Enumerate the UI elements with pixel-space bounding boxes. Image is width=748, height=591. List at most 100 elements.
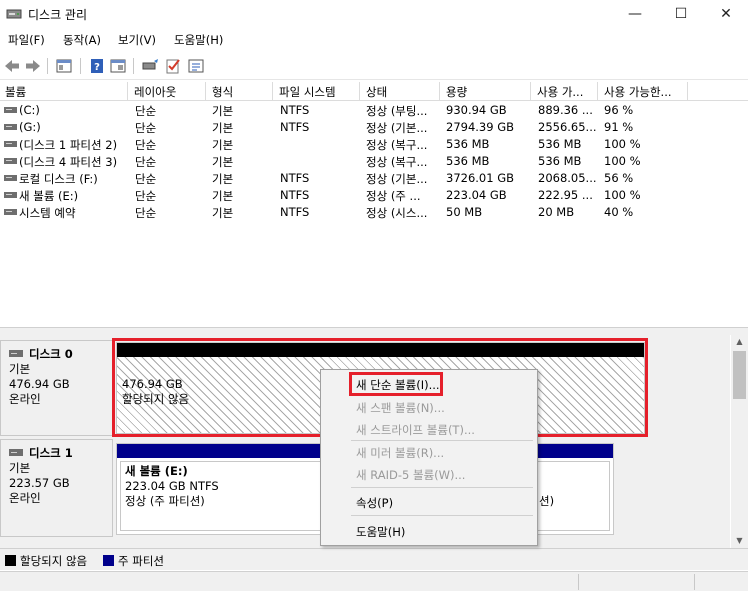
cell-status: 정상 (시스... (366, 206, 428, 220)
column-header-volume[interactable]: 볼륨 (0, 82, 128, 101)
drive-icon (4, 209, 17, 215)
forward-icon[interactable] (24, 57, 42, 75)
cell-filesystem: NTFS (280, 205, 310, 219)
table-row[interactable]: 로컬 디스크 (F:) 단순 기본 NTFS 정상 (기본... 3726.01… (0, 170, 748, 187)
cell-filesystem: NTFS (280, 103, 310, 117)
help-icon[interactable]: ? (88, 57, 106, 75)
menu-new-spanned-volume[interactable]: 새 스팬 볼륨(N)... (356, 400, 445, 416)
drive-icon (4, 141, 17, 147)
cell-layout: 단순 (135, 138, 157, 152)
pane-splitter[interactable] (0, 327, 748, 335)
cell-volume: (G:) (19, 120, 41, 134)
disk-status: 온라인 (9, 392, 41, 406)
drive-icon (4, 107, 17, 113)
cell-capacity: 536 MB (446, 137, 490, 151)
toolbar-separator (80, 58, 81, 74)
app-icon (6, 9, 22, 19)
cell-volume: (디스크 1 파티션 2) (19, 138, 118, 152)
cell-volume: (C:) (19, 103, 40, 117)
column-header-status[interactable]: 상태 (361, 82, 440, 101)
cell-type: 기본 (212, 138, 234, 152)
disk-0-label[interactable]: 디스크 0 기본 476.94 GB 온라인 (0, 340, 113, 436)
cell-layout: 단순 (135, 155, 157, 169)
cell-filesystem: NTFS (280, 188, 310, 202)
table-row[interactable]: (디스크 1 파티션 2) 단순 기본 정상 (복구... 536 MB 536… (0, 136, 748, 153)
minimize-button[interactable]: — (612, 0, 658, 28)
drive-icon (9, 449, 23, 456)
cell-capacity: 2794.39 GB (446, 120, 515, 134)
scroll-down-icon[interactable]: ▼ (731, 534, 748, 548)
cell-status: 정상 (복구... (366, 138, 428, 152)
toolbar-separator (47, 58, 48, 74)
settings-icon[interactable] (187, 57, 205, 75)
menu-bar: 파일(F) 동작(A) 보기(V) 도움말(H) (0, 28, 748, 50)
table-row[interactable]: 새 볼륨 (E:) 단순 기본 NTFS 정상 (주 ... 223.04 GB… (0, 187, 748, 204)
menu-new-striped-volume[interactable]: 새 스트라이프 볼륨(T)... (356, 422, 475, 438)
cell-free: 536 MB (538, 154, 582, 168)
rescan-icon[interactable] (141, 57, 159, 75)
disk-size: 476.94 GB (9, 377, 70, 391)
cell-layout: 단순 (135, 189, 157, 203)
drive-icon (4, 175, 17, 181)
menu-new-mirrored-volume[interactable]: 새 미러 볼륨(R)... (356, 445, 444, 461)
column-header-free-percent[interactable]: 사용 가능한... (599, 82, 688, 101)
table-row[interactable]: (C:) 단순 기본 NTFS 정상 (부팅... 930.94 GB 889.… (0, 102, 748, 119)
cell-type: 기본 (212, 189, 234, 203)
panel-icon[interactable] (55, 57, 73, 75)
column-header-type[interactable]: 형식 (207, 82, 273, 101)
cell-type: 기본 (212, 155, 234, 169)
cell-free-percent: 100 % (604, 154, 641, 168)
cell-capacity: 930.94 GB (446, 103, 507, 117)
back-icon[interactable] (3, 57, 21, 75)
scroll-up-icon[interactable]: ▲ (731, 335, 748, 349)
column-header-layout[interactable]: 레이아웃 (129, 82, 206, 101)
menu-help[interactable]: 도움말(H) (174, 32, 223, 48)
legend-primary-label: 주 파티션 (118, 554, 164, 568)
disk-1-label[interactable]: 디스크 1 기본 223.57 GB 온라인 (0, 439, 113, 537)
disk-status: 온라인 (9, 491, 41, 505)
title-bar: 디스크 관리 — ☐ ✕ (0, 0, 748, 28)
disk-name: 디스크 1 (29, 446, 73, 460)
legend-unallocated-swatch (5, 555, 16, 566)
maximize-button[interactable]: ☐ (658, 0, 704, 28)
table-row[interactable]: (G:) 단순 기본 NTFS 정상 (기본... 2794.39 GB 255… (0, 119, 748, 136)
column-header-capacity[interactable]: 용량 (441, 82, 531, 101)
drive-icon (4, 192, 17, 198)
menu-help-item[interactable]: 도움말(H) (356, 524, 405, 540)
menu-action[interactable]: 동작(A) (63, 32, 101, 48)
cell-free: 889.36 ... (538, 103, 593, 117)
check-icon[interactable] (164, 57, 182, 75)
table-row[interactable]: 시스템 예약 단순 기본 NTFS 정상 (시스... 50 MB 20 MB … (0, 204, 748, 221)
menu-separator (351, 487, 533, 488)
legend-unallocated-label: 할당되지 않음 (20, 554, 88, 568)
cell-status: 정상 (주 ... (366, 189, 421, 203)
cell-status: 정상 (기본... (366, 172, 428, 186)
column-header-free[interactable]: 사용 가... (532, 82, 598, 101)
cell-free-percent: 96 % (604, 103, 634, 117)
legend: 할당되지 않음 주 파티션 (0, 548, 748, 570)
cell-capacity: 3726.01 GB (446, 171, 515, 185)
menu-item-highlight (349, 372, 443, 396)
menu-file[interactable]: 파일(F) (8, 32, 45, 48)
scroll-thumb[interactable] (733, 351, 746, 399)
table-row[interactable]: (디스크 4 파티션 3) 단순 기본 정상 (복구... 536 MB 536… (0, 153, 748, 170)
menu-new-raid5-volume[interactable]: 새 RAID-5 볼륨(W)... (356, 467, 465, 483)
cell-type: 기본 (212, 104, 234, 118)
vertical-scrollbar[interactable]: ▲ ▼ (731, 335, 748, 548)
disk-type: 기본 (9, 461, 31, 475)
cell-type: 기본 (212, 121, 234, 135)
cell-free: 536 MB (538, 137, 582, 151)
window-title: 디스크 관리 (28, 8, 88, 22)
menu-properties[interactable]: 속성(P) (356, 495, 393, 511)
cell-volume: 시스템 예약 (19, 206, 76, 220)
menu-view[interactable]: 보기(V) (118, 32, 156, 48)
cell-filesystem: NTFS (280, 120, 310, 134)
column-header-filesystem[interactable]: 파일 시스템 (274, 82, 360, 101)
cell-free-percent: 40 % (604, 205, 634, 219)
legend-primary-swatch (103, 555, 114, 566)
properties-icon[interactable] (109, 57, 127, 75)
cell-free: 2556.65... (538, 120, 597, 134)
close-button[interactable]: ✕ (703, 0, 748, 28)
toolbar: ? (0, 52, 748, 80)
context-menu: 새 단순 볼륨(I)... 새 스팬 볼륨(N)... 새 스트라이프 볼륨(T… (320, 369, 538, 546)
